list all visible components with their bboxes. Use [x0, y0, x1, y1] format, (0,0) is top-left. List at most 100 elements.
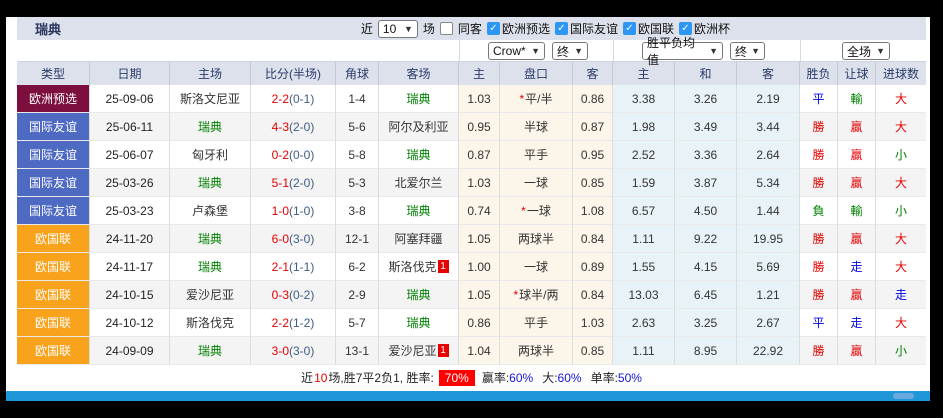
cell-handicap: *一球 — [500, 253, 573, 281]
cell-type: 欧国联 — [17, 337, 90, 365]
full-time-score: 2-1 — [271, 259, 289, 274]
away-team-name: 瑞典 — [406, 288, 431, 302]
half-time-score: (2-0) — [289, 175, 315, 190]
col-result-goals: 进球数 — [882, 67, 919, 81]
recent-count-select[interactable]: 10 ▼ — [377, 19, 418, 38]
filter-friendly[interactable]: ✓ 国际友谊 — [554, 20, 618, 37]
divider — [800, 40, 801, 61]
cell-odds-home: 1.00 — [459, 253, 500, 281]
cell-handicap: *半球 — [500, 113, 573, 141]
cell-result-handicap: 贏 — [838, 225, 876, 253]
cell-avg-win: 3.38 — [613, 85, 675, 113]
cell-avg-draw: 3.87 — [675, 169, 737, 197]
cell-home: 瑞典 — [170, 225, 251, 253]
cell-date: 25-03-23 — [90, 197, 170, 225]
cell-result-wdl: 平 — [800, 85, 838, 113]
checkbox-checked-icon[interactable]: ✓ — [622, 22, 636, 35]
cell-avg-win: 1.11 — [613, 337, 675, 365]
bookmaker-state-select[interactable]: 终 ▼ — [552, 42, 588, 60]
cell-avg-lose: 5.34 — [737, 169, 800, 197]
cell-avg-draw: 3.36 — [675, 141, 737, 169]
stats-panel: 瑞典 近 10 ▼ 场 同客 ✓ 欧洲预选 ✓ 国际友谊 ✓ 欧国联 ✓ 欧洲杯… — [6, 17, 930, 391]
cell-home: 瑞典 — [170, 337, 251, 365]
cell-away: 北爱尔兰 — [379, 169, 459, 197]
cell-odds-home: 0.95 — [459, 113, 500, 141]
col-date: 日期 — [90, 62, 170, 85]
cell-odds-away: 0.84 — [573, 281, 613, 309]
cell-odds-home: 1.05 — [459, 225, 500, 253]
cell-corner: 1-4 — [336, 85, 379, 113]
cell-handicap: * 球半/两 — [500, 281, 573, 309]
cell-result-wdl: 勝 — [800, 253, 838, 281]
same-away-checkbox[interactable] — [439, 22, 453, 35]
match-row: 欧国联 24-10-12 斯洛伐克 2-2(1-2) 5-7 瑞典 0.86 *… — [17, 309, 926, 337]
cell-handicap: * 平/半 — [500, 85, 573, 113]
away-team-name: 北爱尔兰 — [394, 176, 443, 190]
cell-result-goals: 小 — [876, 197, 926, 225]
cell-odds-home: 0.87 — [459, 141, 500, 169]
head-to-head-table: 瑞典 近 10 ▼ 场 同客 ✓ 欧洲预选 ✓ 国际友谊 ✓ 欧国联 ✓ 欧洲杯… — [17, 17, 926, 390]
cell-corner: 5-6 — [336, 113, 379, 141]
cell-corner: 5-7 — [336, 309, 379, 337]
col-odds-home: 主 — [459, 62, 500, 85]
cell-date: 24-10-15 — [90, 281, 170, 309]
cell-date: 25-06-07 — [90, 141, 170, 169]
divider — [613, 40, 614, 61]
avg-odds-value: 胜平负均值 — [647, 36, 696, 67]
cell-avg-draw: 3.49 — [675, 113, 737, 141]
cell-avg-win: 6.57 — [613, 197, 675, 225]
cell-type: 国际友谊 — [17, 169, 90, 197]
checkbox-checked-icon[interactable]: ✓ — [554, 22, 568, 35]
bookmaker-select[interactable]: Crow* ▼ — [488, 42, 545, 60]
cell-result-wdl: 勝 — [800, 113, 838, 141]
same-away-label[interactable]: 同客 — [458, 20, 482, 37]
competition-type-badge: 国际友谊 — [17, 141, 89, 168]
filter-euro-qualifier[interactable]: ✓ 欧洲预选 — [486, 20, 550, 37]
cell-result-handicap: 輸 — [838, 85, 876, 113]
cell-score: 1-0 (1-0) — [251, 197, 336, 225]
cell-result-goals: 小 — [876, 141, 926, 169]
cell-handicap: *一球 — [500, 197, 573, 225]
filter-label[interactable]: 欧洲预选 — [502, 20, 550, 37]
cell-odds-home: 1.05 — [459, 281, 500, 309]
cell-score: 6-0 (3-0) — [251, 225, 336, 253]
match-row: 欧洲预选 25-09-06 斯洛文尼亚 2-2 (0-1) 1-4 瑞典 1.03… — [17, 85, 926, 113]
cell-score: 0-3 (0-2) — [251, 281, 336, 309]
checkbox-checked-icon[interactable]: ✓ — [486, 22, 500, 35]
column-header-row: 类型 日期 主场 比分(半场) 角球 客场 主 盘口 客 主 和 客 胜负 让球… — [17, 62, 926, 85]
cell-result-goals: 大 — [876, 113, 926, 141]
avg-state-select[interactable]: 终 ▼ — [730, 42, 765, 60]
away-team-name: 阿塞拜疆 — [394, 232, 443, 246]
handicap-star: * — [513, 287, 519, 302]
cell-away: 瑞典 — [379, 141, 459, 169]
cell-avg-lose: 19.95 — [737, 225, 800, 253]
full-time-score: 4-3 — [271, 119, 289, 134]
cell-avg-win: 2.63 — [613, 309, 675, 337]
away-red-card-badge: 1 — [437, 344, 449, 357]
footer-count: 10 — [314, 370, 328, 385]
odd-rate: 单率:50% — [590, 371, 642, 385]
cell-type: 国际友谊 — [17, 141, 90, 169]
handicap-text: 两球半 — [517, 344, 554, 358]
away-team-name: 瑞典 — [406, 92, 431, 106]
cell-avg-win: 1.98 — [613, 113, 675, 141]
competition-type-badge: 欧国联 — [17, 281, 89, 308]
match-row: 欧国联 24-11-17 瑞典 2-1 (1-1) 6-2 斯洛伐克 1 1.00… — [17, 253, 926, 281]
cell-corner: 6-2 — [336, 253, 379, 281]
scope-select[interactable]: 全场 ▼ — [842, 42, 890, 60]
cell-odds-home: 0.86 — [459, 309, 500, 337]
scrollbar-thumb[interactable] — [893, 393, 914, 399]
cell-odds-away: 0.87 — [573, 113, 613, 141]
cell-result-wdl: 勝 — [800, 169, 838, 197]
away-team-name: 瑞典 — [406, 316, 431, 330]
cell-date: 25-03-26 — [90, 169, 170, 197]
filter-label[interactable]: 国际友谊 — [570, 20, 618, 37]
cell-avg-lose: 2.67 — [737, 309, 800, 337]
cell-result-goals: 大 — [876, 225, 926, 253]
cell-date: 24-11-20 — [90, 225, 170, 253]
competition-type-badge: 欧国联 — [17, 337, 89, 364]
cell-result-handicap: 贏 — [838, 337, 876, 365]
competition-type-badge: 欧国联 — [17, 225, 89, 252]
avg-odds-select[interactable]: 胜平负均值 ▼ — [642, 36, 723, 67]
cell-odds-away: 0.85 — [573, 337, 613, 365]
